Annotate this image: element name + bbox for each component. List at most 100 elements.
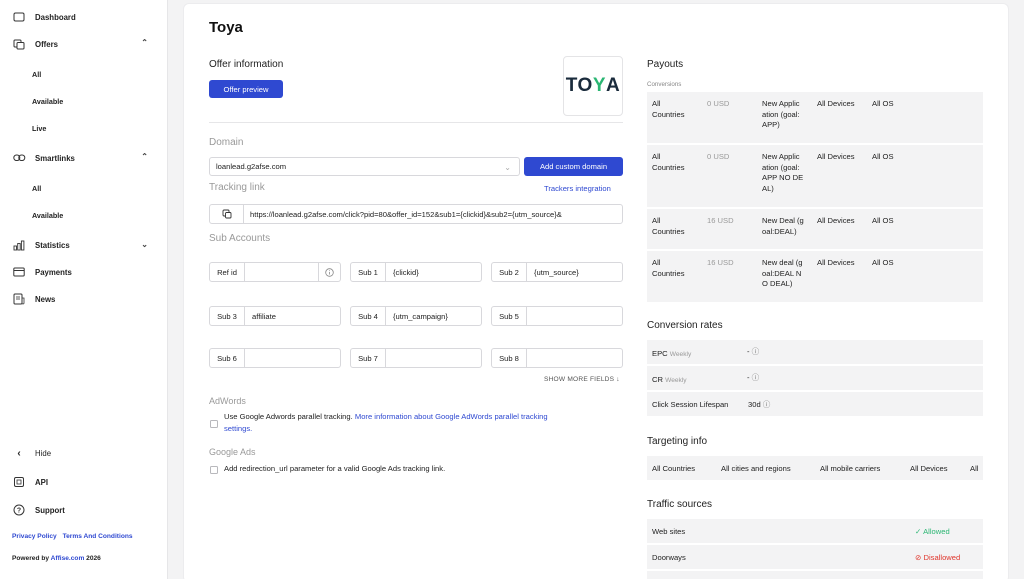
arrow-down-icon: ↓: [616, 376, 620, 383]
trackers-integration-link[interactable]: Trackers integration: [544, 184, 611, 193]
news-icon: [12, 293, 26, 305]
logo-text-end: A: [606, 75, 621, 96]
sub-field-value: {utm_campaign}: [393, 311, 448, 321]
rate-row-cr: CR Weekly - ⓘ: [647, 366, 983, 391]
sub-field-sub2[interactable]: Sub 2 {utm_source}: [491, 262, 623, 282]
conversion-rates-heading: Conversion rates: [647, 320, 723, 331]
api-icon: [12, 476, 26, 488]
logo-text: TO: [565, 75, 593, 96]
nav-support-label: Support: [35, 505, 65, 515]
nav-api[interactable]: API: [12, 472, 160, 492]
sub-field-label: Sub 5: [492, 307, 527, 325]
nav-dashboard[interactable]: Dashboard: [12, 7, 160, 27]
tracking-link-field[interactable]: https://loanlead.g2afse.com/click?pid=80…: [209, 204, 623, 224]
sub-field-label: Ref id: [210, 263, 245, 281]
nav-support[interactable]: ? Support: [12, 500, 160, 520]
dashboard-icon: [12, 11, 26, 23]
offer-preview-button[interactable]: Offer preview: [209, 80, 283, 98]
domain-select[interactable]: loanlead.g2afse.com ⌄: [209, 157, 520, 176]
nav-payments[interactable]: Payments: [12, 262, 160, 282]
sub-field-sub8[interactable]: Sub 8: [491, 348, 623, 368]
nav-statistics-label: Statistics: [35, 240, 70, 250]
hide-sidebar-button[interactable]: ‹ Hide: [12, 443, 160, 463]
show-more-fields-button[interactable]: SHOW MORE FIELDS ↓: [544, 376, 620, 383]
sub-field-sub1[interactable]: Sub 1 {clickid}: [350, 262, 482, 282]
adwords-text: Use Google Adwords parallel tracking. Mo…: [224, 411, 624, 435]
nav-api-label: API: [35, 477, 48, 487]
sub-field-sub3[interactable]: Sub 3 affiliate: [209, 306, 341, 326]
footer-links: Privacy Policy Terms And Conditions: [12, 533, 137, 540]
rate-value: - ⓘ: [747, 373, 760, 382]
adwords-more-info-link-end[interactable]: settings.: [224, 424, 252, 433]
nav-news-label: News: [35, 294, 56, 304]
add-custom-domain-button[interactable]: Add custom domain: [524, 157, 623, 176]
info-icon: ⓘ: [751, 347, 760, 356]
traffic-row: [647, 571, 983, 579]
privacy-policy-link[interactable]: Privacy Policy: [12, 533, 57, 540]
chevron-up-icon: ⌃: [141, 152, 148, 161]
payout-row: All Countries 0 USD New Applic ation (goal…: [647, 145, 983, 208]
powered-prefix: Powered by: [12, 555, 50, 562]
link-icon: [12, 152, 26, 164]
targeting-item: All Devices: [910, 464, 948, 473]
offers-icon: [12, 38, 26, 50]
sub-field-value: {utm_source}: [534, 267, 579, 277]
sub-accounts-label: Sub Accounts: [209, 233, 271, 244]
traffic-name: Web sites: [652, 527, 686, 536]
powered-by: Powered by Affise.com 2026: [12, 555, 101, 562]
affise-link[interactable]: Affise.com: [51, 555, 85, 562]
chevron-left-icon: ‹: [17, 447, 21, 459]
copy-icon[interactable]: [210, 205, 244, 223]
offer-logo: TO Y A: [563, 56, 623, 116]
nav-offers-live[interactable]: Live: [32, 124, 46, 133]
sub-field-label: Sub 1: [351, 263, 386, 281]
payout-row: All Countries 0 USD New Applic ation (goal…: [647, 92, 983, 144]
info-icon[interactable]: [318, 263, 340, 281]
adwords-more-info-link[interactable]: More information about Google AdWords pa…: [355, 412, 548, 421]
sub-field-ref-id[interactable]: Ref id: [209, 262, 341, 282]
sub-field-label: Sub 3: [210, 307, 245, 325]
payout-country: All Countries: [652, 216, 685, 236]
sub-field-sub4[interactable]: Sub 4 {utm_campaign}: [350, 306, 482, 326]
nav-statistics[interactable]: Statistics ⌄: [12, 235, 160, 255]
google-ads-checkbox[interactable]: [210, 466, 218, 474]
sub-field-sub7[interactable]: Sub 7: [350, 348, 482, 368]
rate-label: EPC Weekly: [652, 349, 692, 358]
chevron-down-icon: ⌄: [141, 240, 148, 249]
rate-label: CR Weekly: [652, 375, 687, 384]
payout-amount: 16 USD: [707, 216, 734, 225]
adwords-checkbox[interactable]: [210, 420, 218, 428]
nav-smartlinks[interactable]: Smartlinks ⌃: [12, 148, 160, 168]
targeting-item: All mobile carriers: [820, 464, 881, 473]
check-circle-icon: ✓: [915, 527, 922, 536]
traffic-row: Doorways ⊘ Disallowed: [647, 545, 983, 570]
sub-field-value: {clickid}: [393, 267, 419, 277]
sub-field-label: Sub 8: [492, 349, 527, 367]
adwords-description: Use Google Adwords parallel tracking.: [224, 412, 353, 421]
nav-smartlinks-available[interactable]: Available: [32, 211, 63, 220]
traffic-sources-heading: Traffic sources: [647, 499, 713, 510]
nav-smartlinks-all[interactable]: All: [32, 184, 41, 193]
nav-offers-all[interactable]: All: [32, 70, 41, 79]
payout-devices: All Devices: [817, 216, 855, 225]
traffic-status: ⊘ Disallowed: [915, 553, 961, 562]
sub-field-label: Sub 7: [351, 349, 386, 367]
targeting-row: All Countries All cities and regions All…: [647, 456, 983, 481]
show-more-label: SHOW MORE FIELDS: [544, 376, 615, 383]
payout-goal: New Deal (g oal:DEAL): [762, 216, 804, 236]
nav-smartlinks-label: Smartlinks: [35, 153, 75, 163]
nav-offers[interactable]: Offers ⌃: [12, 34, 160, 54]
sub-field-value: affiliate: [252, 311, 276, 321]
traffic-status: ✓ Allowed: [915, 527, 950, 536]
payout-amount: 0 USD: [707, 152, 730, 161]
nav-offers-available[interactable]: Available: [32, 97, 63, 106]
sub-field-sub5[interactable]: Sub 5: [491, 306, 623, 326]
nav-news[interactable]: News: [12, 289, 160, 309]
rate-value: 30d ⓘ: [748, 400, 771, 409]
payout-amount: 16 USD: [707, 258, 734, 267]
sub-field-sub6[interactable]: Sub 6: [209, 348, 341, 368]
targeting-heading: Targeting info: [647, 436, 708, 447]
hide-label: Hide: [35, 448, 52, 458]
terms-link[interactable]: Terms And Conditions: [63, 533, 133, 540]
traffic-row: Web sites ✓ Allowed: [647, 519, 983, 544]
